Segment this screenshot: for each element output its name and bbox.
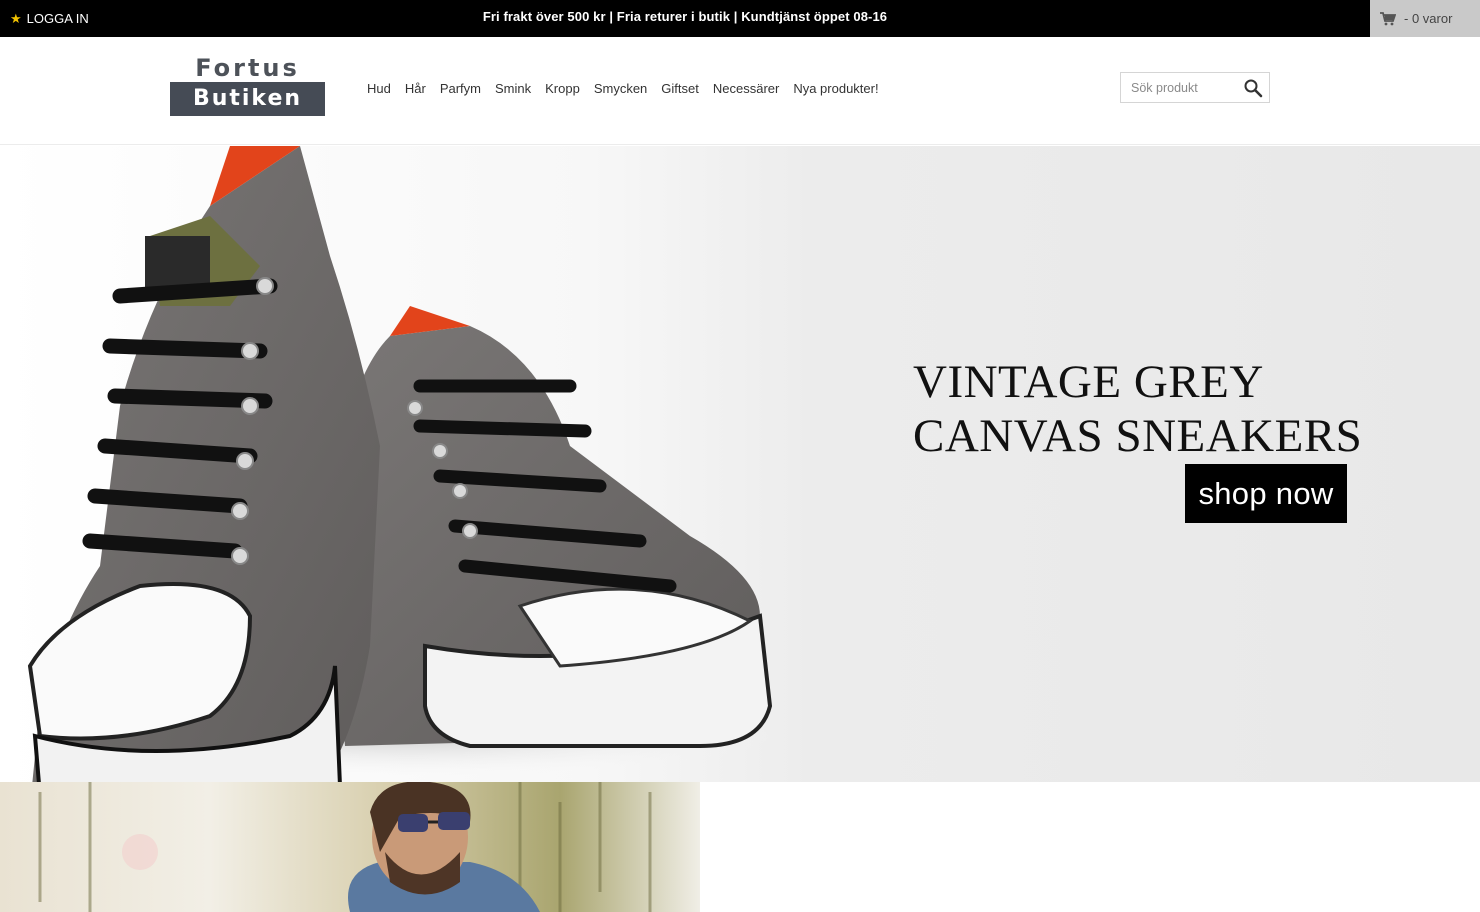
hero-title: VINTAGE GREY CANVAS SNEAKERS: [913, 355, 1362, 463]
logo-text-top: Fortus: [195, 54, 300, 82]
magnifier-icon[interactable]: [1243, 78, 1263, 98]
cart-button[interactable]: - 0 varor: [1370, 0, 1480, 37]
secondary-banner[interactable]: [0, 782, 1480, 912]
sneakers-image: [20, 146, 780, 782]
search-box: [1120, 72, 1270, 103]
cart-icon: [1380, 11, 1396, 25]
logo-text-bottom: Butiken: [170, 82, 325, 116]
nav-item-har[interactable]: Hår: [405, 81, 426, 96]
cart-count-label: - 0 varor: [1404, 11, 1453, 26]
nav-item-giftset[interactable]: Giftset: [661, 81, 699, 96]
nav-item-nya-produkter[interactable]: Nya produkter!: [793, 81, 878, 96]
hero-banner[interactable]: VINTAGE GREY CANVAS SNEAKERS shop now: [0, 146, 1480, 782]
main-nav: Hud Hår Parfym Smink Kropp Smycken Gifts…: [367, 37, 879, 139]
nav-item-hud[interactable]: Hud: [367, 81, 391, 96]
nav-item-necessarer[interactable]: Necessärer: [713, 81, 779, 96]
top-bar: ★ LOGGA IN Fri frakt över 500 kr | Fria …: [0, 0, 1480, 37]
promo-text: Fri frakt över 500 kr | Fria returer i b…: [482, 9, 888, 24]
nav-item-kropp[interactable]: Kropp: [545, 81, 580, 96]
nav-item-parfym[interactable]: Parfym: [440, 81, 481, 96]
search-input[interactable]: [1121, 73, 1239, 102]
hero-title-line-1: VINTAGE GREY: [913, 356, 1264, 408]
man-sunglasses-image: [0, 782, 700, 912]
shop-now-button[interactable]: shop now: [1185, 464, 1347, 523]
site-header: Fortus Butiken Hud Hår Parfym Smink Krop…: [0, 37, 1480, 145]
nav-item-smink[interactable]: Smink: [495, 81, 531, 96]
hero-title-line-2: CANVAS SNEAKERS: [913, 410, 1363, 462]
site-logo[interactable]: Fortus Butiken: [170, 54, 325, 116]
nav-item-smycken[interactable]: Smycken: [594, 81, 647, 96]
